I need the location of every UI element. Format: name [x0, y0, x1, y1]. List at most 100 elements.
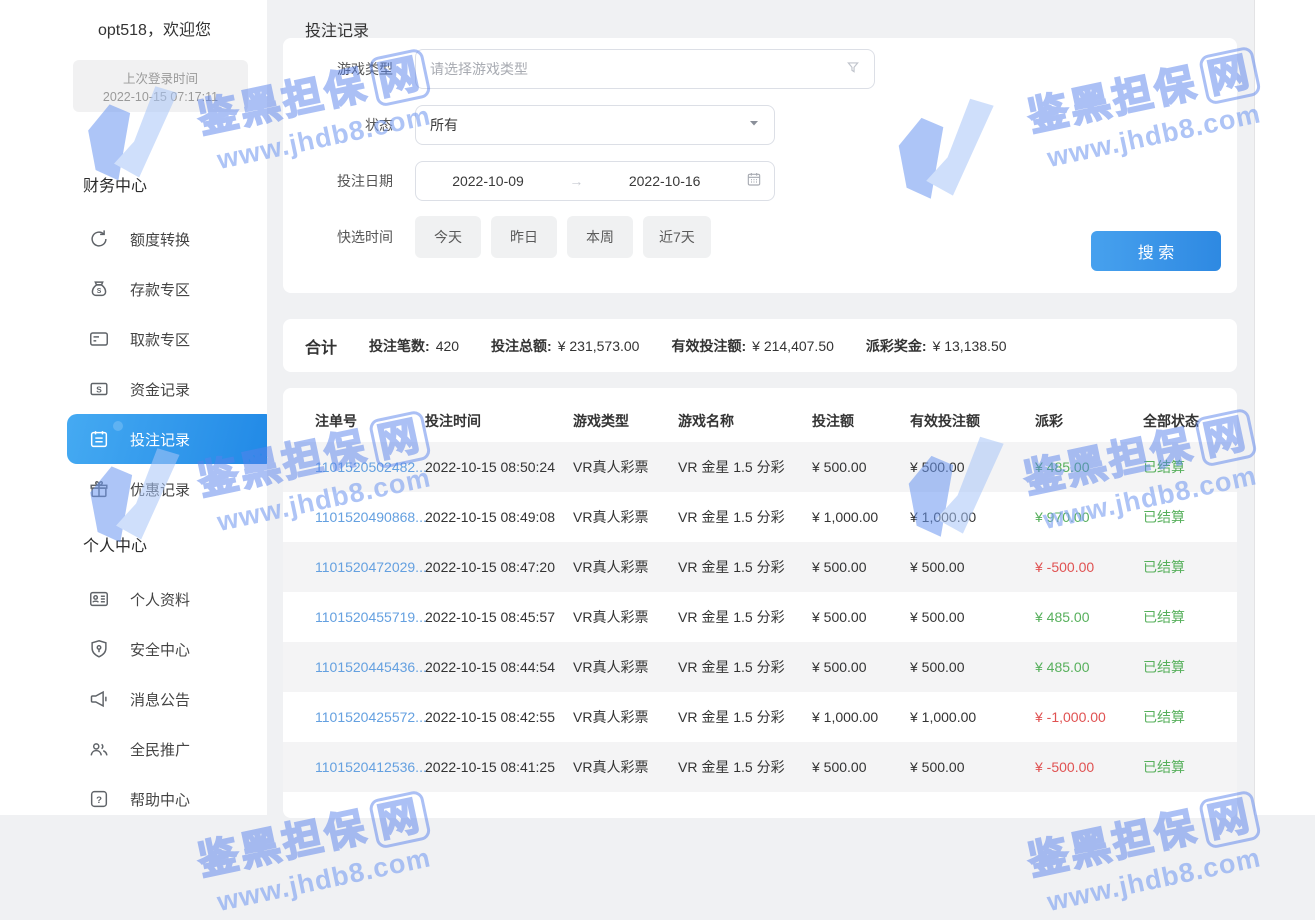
game-type: VR真人彩票	[573, 457, 678, 477]
status-badge: 已结算	[1143, 757, 1237, 777]
bet-amount: ¥ 500.00	[812, 659, 910, 675]
sidebar-item-label: 安全中心	[130, 639, 190, 660]
table-row: 1101520425572... 2022-10-15 08:42:55 VR真…	[283, 692, 1237, 742]
game-name: VR 金星 1.5 分彩	[678, 707, 812, 727]
sidebar-item-label: 取款专区	[130, 329, 190, 350]
filter-funnel-icon	[846, 60, 860, 79]
search-button[interactable]: 搜 索	[1091, 231, 1221, 271]
game-name: VR 金星 1.5 分彩	[678, 607, 812, 627]
personal-menu: 个人资料 安全中心 消息公告 全民推广 ? 帮助中心	[67, 574, 283, 824]
status-badge: 已结算	[1143, 457, 1237, 477]
table-row: 1101520445436... 2022-10-15 08:44:54 VR真…	[283, 642, 1237, 692]
bet-time: 2022-10-15 08:42:55	[425, 709, 573, 725]
col-bet-amount: 投注额	[812, 411, 910, 431]
col-status: 全部状态	[1143, 411, 1237, 431]
deposit-icon: S	[88, 278, 110, 300]
game-name: VR 金星 1.5 分彩	[678, 457, 812, 477]
order-no-link[interactable]: 1101520490868...	[315, 509, 425, 525]
col-game-type: 游戏类型	[573, 411, 678, 431]
sidebar-item-profile[interactable]: 个人资料	[67, 574, 269, 624]
last-login-box: 上次登录时间 2022-10-15 07:17:11	[73, 60, 248, 112]
payout-amount: ¥ 485.00	[1035, 659, 1143, 675]
col-valid-bet: 有效投注额	[910, 411, 1035, 431]
svg-text:S: S	[96, 385, 102, 394]
status-badge: 已结算	[1143, 557, 1237, 577]
valid-bet-amount: ¥ 500.00	[910, 659, 1035, 675]
order-no-link[interactable]: 1101520412536...	[315, 759, 425, 775]
date-range-picker[interactable]: 2022-10-09 → 2022-10-16	[415, 161, 775, 201]
game-name: VR 金星 1.5 分彩	[678, 507, 812, 527]
quick-btn-this-week[interactable]: 本周	[567, 216, 633, 258]
sidebar-item-quota-transfer[interactable]: 额度转换	[67, 214, 269, 264]
bet-time: 2022-10-15 08:50:24	[425, 459, 573, 475]
status-badge: 已结算	[1143, 507, 1237, 527]
bet-time: 2022-10-15 08:41:25	[425, 759, 573, 775]
sidebar-item-help[interactable]: ? 帮助中心	[67, 774, 269, 824]
referral-icon	[88, 738, 110, 760]
page-title: 投注记录	[267, 0, 1254, 38]
col-bet-time: 投注时间	[425, 411, 573, 431]
sidebar-item-announcement[interactable]: 消息公告	[67, 674, 269, 724]
bet-amount: ¥ 500.00	[812, 559, 910, 575]
payout-amount: ¥ -1,000.00	[1035, 709, 1143, 725]
quick-btn-last7days[interactable]: 近7天	[643, 216, 711, 258]
order-no-link[interactable]: 1101520502482...	[315, 459, 425, 475]
summary-bet-total: 投注总额:¥ 231,573.00	[491, 336, 639, 356]
table-row: 1101520472029... 2022-10-15 08:47:20 VR真…	[283, 542, 1237, 592]
status-value: 所有	[430, 115, 458, 135]
sidebar-item-deposit[interactable]: S 存款专区	[67, 264, 269, 314]
sidebar-item-label: 存款专区	[130, 279, 190, 300]
quick-btn-yesterday[interactable]: 昨日	[491, 216, 557, 258]
sidebar-item-label: 全民推广	[130, 739, 190, 760]
order-no-link[interactable]: 1101520455719...	[315, 609, 425, 625]
table-row: 1101520412536... 2022-10-15 08:41:25 VR真…	[283, 742, 1237, 792]
bet-records-table: 注单号 投注时间 游戏类型 游戏名称 投注额 有效投注额 派彩 全部状态 110…	[283, 388, 1237, 818]
table-row: 1101520455719... 2022-10-15 08:45:57 VR真…	[283, 592, 1237, 642]
status-select[interactable]: 所有	[415, 105, 775, 145]
date-end-input[interactable]: 2022-10-16	[605, 173, 725, 189]
order-no-link[interactable]: 1101520472029...	[315, 559, 425, 575]
svg-text:?: ?	[96, 795, 102, 806]
bet-time: 2022-10-15 08:45:57	[425, 609, 573, 625]
bet-amount: ¥ 1,000.00	[812, 709, 910, 725]
game-type: VR真人彩票	[573, 557, 678, 577]
sidebar-item-label: 个人资料	[130, 589, 190, 610]
bet-time: 2022-10-15 08:47:20	[425, 559, 573, 575]
summary-total-label: 合计	[305, 334, 337, 358]
quick-btn-today[interactable]: 今天	[415, 216, 481, 258]
section-title-personal: 个人中心	[83, 532, 147, 556]
game-name: VR 金星 1.5 分彩	[678, 757, 812, 777]
status-badge: 已结算	[1143, 607, 1237, 627]
sidebar-item-security[interactable]: 安全中心	[67, 624, 269, 674]
bet-record-icon	[88, 428, 110, 450]
sidebar-item-bet-record[interactable]: 投注记录	[67, 414, 269, 464]
payout-amount: ¥ 970.00	[1035, 509, 1143, 525]
game-type: VR真人彩票	[573, 507, 678, 527]
bet-amount: ¥ 500.00	[812, 459, 910, 475]
payout-amount: ¥ -500.00	[1035, 559, 1143, 575]
sidebar-item-funds-record[interactable]: S 资金记录	[67, 364, 269, 414]
game-type: VR真人彩票	[573, 757, 678, 777]
status-badge: 已结算	[1143, 657, 1237, 677]
order-no-link[interactable]: 1101520425572...	[315, 709, 425, 725]
game-type-select[interactable]: 请选择游戏类型	[415, 49, 875, 89]
chevron-down-icon	[748, 116, 760, 134]
sidebar-item-promo-record[interactable]: 优惠记录	[67, 464, 269, 514]
game-type-placeholder: 请选择游戏类型	[430, 59, 528, 79]
sidebar-item-referral[interactable]: 全民推广	[67, 724, 269, 774]
valid-bet-amount: ¥ 1,000.00	[910, 509, 1035, 525]
valid-bet-amount: ¥ 500.00	[910, 559, 1035, 575]
summary-valid-bet: 有效投注额:¥ 214,407.50	[671, 336, 833, 356]
game-type: VR真人彩票	[573, 607, 678, 627]
finance-menu: 额度转换 S 存款专区 取款专区 S 资金记录 投注记录	[67, 214, 283, 514]
sidebar-item-withdraw[interactable]: 取款专区	[67, 314, 269, 364]
withdraw-icon	[88, 328, 110, 350]
calendar-icon	[746, 171, 762, 192]
table-body: 1101520502482... 2022-10-15 08:50:24 VR真…	[283, 442, 1237, 792]
game-type-label: 游戏类型	[283, 59, 393, 79]
col-order-no: 注单号	[315, 411, 425, 431]
order-no-link[interactable]: 1101520445436...	[315, 659, 425, 675]
main-content: 投注记录 游戏类型 请选择游戏类型 状态 所有 投注日期	[267, 0, 1254, 815]
date-start-input[interactable]: 2022-10-09	[428, 173, 548, 189]
profile-icon	[88, 588, 110, 610]
